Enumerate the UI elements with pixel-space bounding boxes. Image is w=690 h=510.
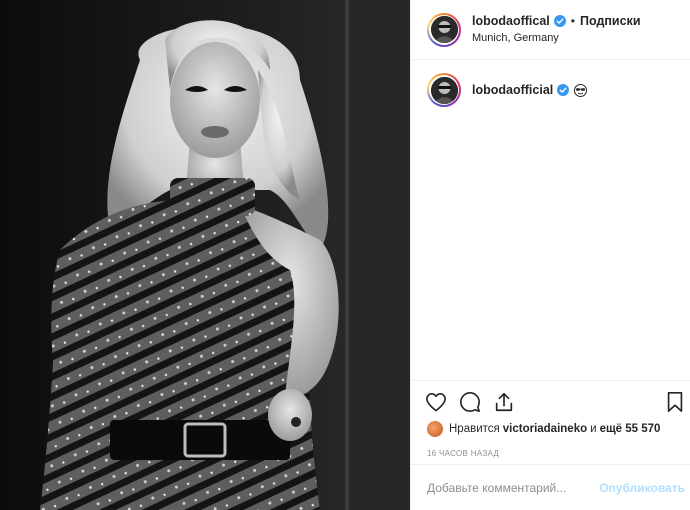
sunglasses-emoji-icon (574, 83, 588, 97)
bookmark-icon[interactable] (665, 391, 685, 413)
post-photo-image (0, 0, 410, 510)
likes-prefix: Нравится (449, 423, 500, 435)
caption: lobodaofficial (427, 73, 588, 107)
location-link[interactable]: Munich, Germany (472, 32, 641, 45)
following-button[interactable]: Подписки (580, 14, 641, 29)
post-sidebar: lobodaoffical • Подписки Munich, Germany (410, 0, 690, 510)
heart-icon[interactable] (425, 391, 447, 413)
post-header: lobodaoffical • Подписки Munich, Germany (411, 0, 690, 60)
post-photo[interactable] (0, 0, 410, 510)
share-icon[interactable] (493, 391, 515, 413)
caption-username-link[interactable]: lobodaofficial (472, 83, 553, 97)
avatar-image (430, 16, 458, 43)
caption-avatar-image (430, 76, 458, 104)
username-link[interactable]: lobodaoffical (472, 14, 550, 29)
action-bar (425, 391, 515, 413)
post-timestamp[interactable]: 16 часов назад (427, 449, 499, 458)
comment-input[interactable] (427, 480, 597, 495)
liker-avatar[interactable] (427, 421, 443, 437)
publish-comment-button[interactable]: Опубликовать (599, 481, 685, 495)
likes-conjunction: и (590, 423, 597, 435)
caption-avatar-face (430, 76, 458, 104)
comment-icon[interactable] (459, 391, 481, 413)
avatar[interactable] (427, 12, 461, 47)
likes-count-link[interactable]: ещё 55 570 (600, 423, 661, 435)
post-actions-section: Нравится victoriadaineko и ещё 55 570 16… (411, 380, 690, 458)
avatar-face (430, 16, 458, 43)
verified-badge-icon (553, 15, 566, 28)
caption-avatar[interactable] (427, 73, 461, 107)
liker-username-link[interactable]: victoriadaineko (503, 423, 587, 435)
separator-dot: • (570, 14, 575, 29)
caption-verified-badge-icon (557, 84, 570, 96)
likes-summary: Нравится victoriadaineko и ещё 55 570 (427, 421, 660, 437)
comment-bar: Опубликовать (411, 464, 690, 510)
